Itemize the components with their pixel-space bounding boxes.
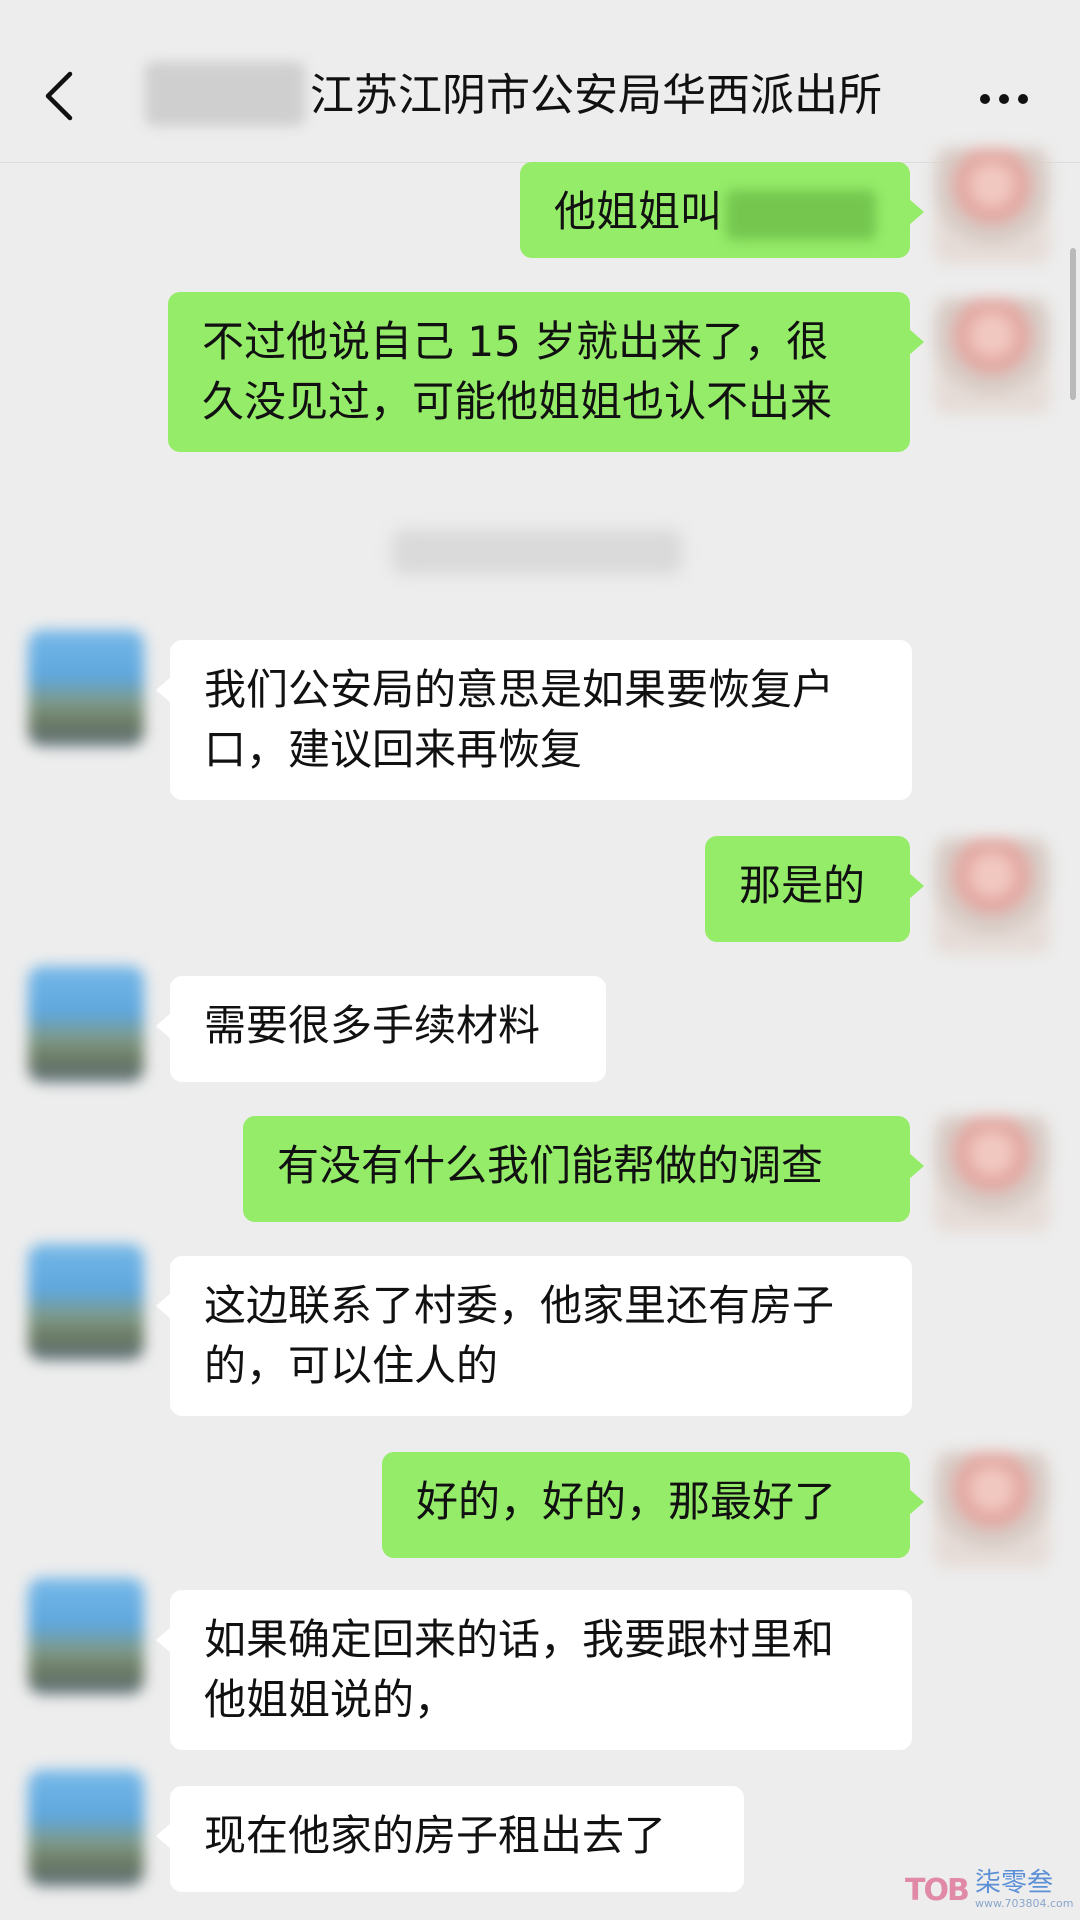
my-avatar[interactable] <box>934 298 1050 414</box>
my-avatar[interactable] <box>934 1452 1050 1568</box>
timestamp-redacted <box>392 530 682 574</box>
message-bubble-received[interactable]: 这边联系了村委，他家里还有房子 的，可以住人的 <box>156 1256 912 1416</box>
scrollbar[interactable] <box>1070 248 1076 400</box>
message-text: 有没有什么我们能帮做的调查 <box>277 1141 824 1190</box>
message-line: 久没见过，可能他姐姐也认不出来 <box>202 377 833 426</box>
message-bubble-sent[interactable]: 好的，好的，那最好了 <box>382 1452 924 1558</box>
chevron-left-icon[interactable] <box>40 70 76 122</box>
message-line: 的，可以住人的 <box>204 1341 499 1390</box>
contact-avatar[interactable] <box>28 1578 144 1694</box>
message-bubble-sent[interactable]: 有没有什么我们能帮做的调查 <box>243 1116 924 1222</box>
watermark-url: www.703804.com <box>975 1897 1074 1910</box>
my-avatar[interactable] <box>934 1116 1050 1232</box>
message-bubble-received[interactable]: 如果确定回来的话，我要跟村里和 他姐姐说的， <box>156 1590 912 1750</box>
message-line: 他姐姐说的， <box>204 1675 457 1724</box>
site-watermark: TOB 柒零叁 www.703804.com <box>905 1868 1073 1914</box>
my-avatar[interactable] <box>934 148 1050 264</box>
contact-avatar[interactable] <box>28 1244 144 1360</box>
message-bubble-sent[interactable]: 他姐姐叫 <box>520 162 924 258</box>
message-line: 我们公安局的意思是如果要恢复户 <box>204 665 835 714</box>
message-line: 不过他说自己 15 岁就出来了，很 <box>202 317 829 366</box>
message-text: 现在他家的房子租出去了 <box>204 1811 667 1860</box>
message-text: 他姐姐叫 <box>554 187 723 236</box>
contact-avatar[interactable] <box>28 966 144 1082</box>
message-bubble-received[interactable]: 现在他家的房子租出去了 <box>156 1786 744 1892</box>
more-dots-icon[interactable] <box>978 92 1030 106</box>
message-bubble-sent[interactable]: 那是的 <box>705 836 924 942</box>
contact-avatar[interactable] <box>28 1770 144 1886</box>
message-line: 如果确定回来的话，我要跟村里和 <box>204 1615 835 1664</box>
chat-title: 江苏江阴市公安局华西派出所 <box>310 70 882 121</box>
message-text: 需要很多手续材料 <box>204 1001 541 1050</box>
my-avatar[interactable] <box>934 838 1050 954</box>
message-line: 这边联系了村委，他家里还有房子 <box>204 1281 835 1330</box>
contact-avatar[interactable] <box>28 630 144 746</box>
message-line: 口，建议回来再恢复 <box>204 725 583 774</box>
watermark-logo: TOB <box>905 1873 970 1908</box>
message-text: 好的，好的，那最好了 <box>416 1477 837 1526</box>
message-text: 那是的 <box>739 861 866 910</box>
message-bubble-sent[interactable]: 不过他说自己 15 岁就出来了，很 久没见过，可能他姐姐也认不出来 <box>168 292 924 452</box>
chat-screen: 江苏江阴市公安局华西派出所 他姐姐叫 不过他说自己 15 岁就出来了，很 久没见… <box>0 0 1080 1920</box>
redacted-contact-name <box>145 62 305 126</box>
message-bubble-received[interactable]: 需要很多手续材料 <box>156 976 606 1082</box>
watermark-text: 柒零叁 <box>975 1868 1054 1898</box>
message-bubble-received[interactable]: 我们公安局的意思是如果要恢复户 口，建议回来再恢复 <box>156 640 912 800</box>
chat-header: 江苏江阴市公安局华西派出所 <box>0 0 1080 163</box>
redacted-name <box>726 189 877 240</box>
